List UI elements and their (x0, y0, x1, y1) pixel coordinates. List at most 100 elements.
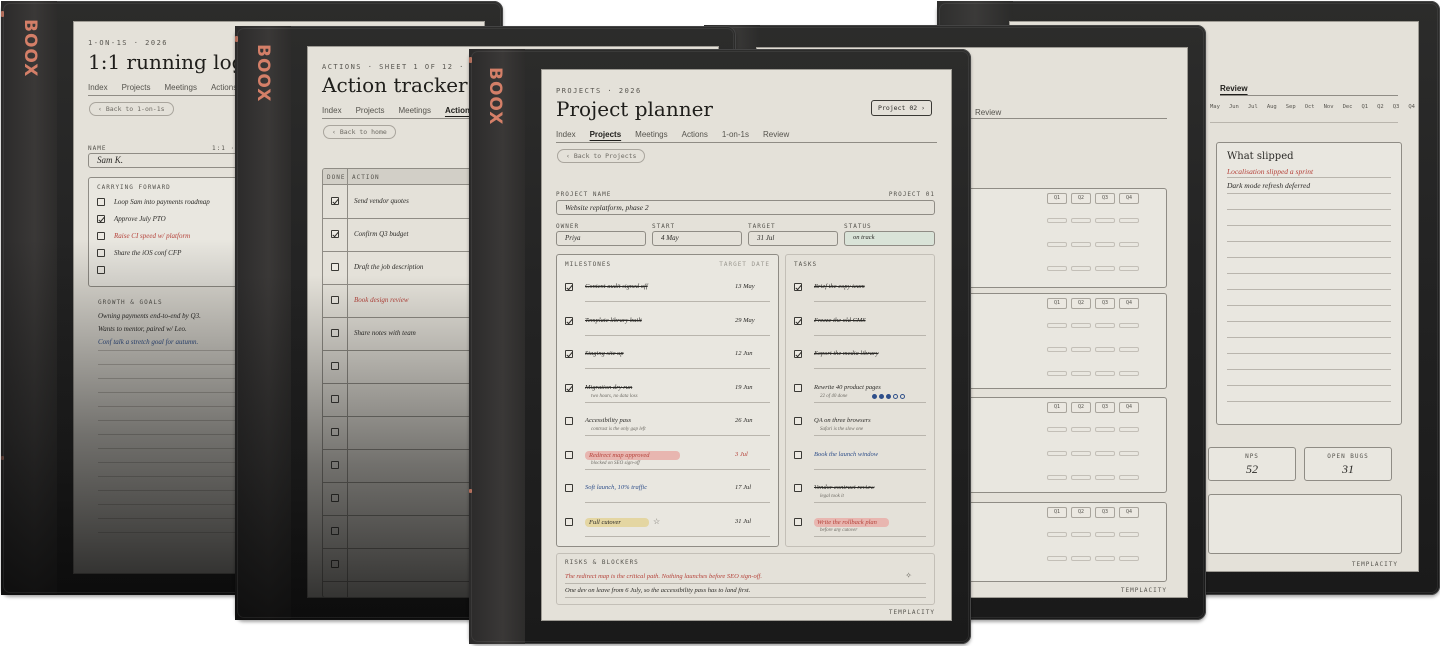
month-label[interactable]: Jul (1248, 104, 1258, 110)
quarter-cell[interactable] (1047, 323, 1067, 328)
checkbox[interactable] (331, 230, 339, 238)
month-label[interactable]: Q4 (1408, 104, 1415, 110)
quarter-chip[interactable]: Q2 (1071, 193, 1091, 204)
quarter-cell[interactable] (1047, 556, 1067, 561)
tab-review[interactable]: Review (1220, 84, 1248, 93)
tab-projects[interactable]: Projects (590, 130, 622, 139)
quarter-chip[interactable]: Q1 (1047, 193, 1067, 204)
checkbox[interactable] (794, 283, 802, 291)
checkbox[interactable] (565, 383, 573, 392)
quarter-chip[interactable]: Q4 (1119, 193, 1139, 204)
quarter-chip[interactable]: Q3 (1095, 298, 1115, 309)
tab-index[interactable]: Index (322, 106, 342, 115)
checkbox[interactable] (331, 263, 339, 271)
quarter-cell[interactable] (1047, 347, 1067, 352)
quarter-cell[interactable] (1119, 218, 1139, 223)
tab-meetings[interactable]: Meetings (398, 106, 430, 115)
quarter-chip[interactable]: Q3 (1095, 507, 1115, 518)
checkbox[interactable] (331, 461, 339, 469)
quarter-chip[interactable]: Q2 (1071, 402, 1091, 413)
quarter-cell[interactable] (1047, 218, 1067, 223)
owner-field[interactable]: Priya (556, 231, 646, 246)
checkbox[interactable] (565, 283, 573, 291)
quarter-cell[interactable] (1095, 427, 1115, 432)
checkbox[interactable] (565, 450, 573, 459)
checkbox[interactable] (331, 362, 339, 370)
checkbox[interactable] (794, 417, 802, 425)
back-button[interactable]: ‹ Back to 1-on-1s (89, 102, 174, 116)
quarter-cell[interactable] (1071, 218, 1091, 223)
quarter-cell[interactable] (1095, 451, 1115, 456)
quarter-cell[interactable] (1095, 347, 1115, 352)
checkbox[interactable] (565, 417, 573, 425)
tab-review[interactable]: Review (763, 130, 789, 139)
quarter-cell[interactable] (1047, 532, 1067, 537)
quarter-cell[interactable] (1119, 371, 1139, 376)
project-name-field[interactable]: Website replatform, phase 2 (556, 200, 935, 215)
start-field[interactable]: 4 May (652, 231, 742, 246)
quarter-cell[interactable] (1071, 323, 1091, 328)
month-label[interactable]: Q1 (1362, 104, 1369, 110)
quarter-cell[interactable] (1095, 323, 1115, 328)
tab-1on1s[interactable]: 1-on-1s (722, 130, 749, 139)
quarter-chip[interactable]: Q4 (1119, 402, 1139, 413)
checkbox[interactable] (331, 560, 339, 568)
checkbox[interactable] (794, 484, 802, 492)
quarter-cell[interactable] (1071, 475, 1091, 480)
checkbox[interactable] (565, 484, 573, 492)
quarter-chip[interactable]: Q1 (1047, 507, 1067, 518)
checkbox[interactable] (331, 527, 339, 535)
quarter-cell[interactable] (1071, 347, 1091, 352)
tab-review[interactable]: Review (975, 108, 1001, 117)
month-label[interactable]: Jun (1229, 104, 1239, 110)
quarter-chip[interactable]: Q4 (1119, 298, 1139, 309)
tab-meetings[interactable]: Meetings (164, 83, 196, 92)
checkbox[interactable] (794, 316, 802, 325)
back-button[interactable]: ‹ Back to Projects (557, 149, 646, 163)
quarter-cell[interactable] (1047, 242, 1067, 247)
quarter-chip[interactable]: Q2 (1071, 507, 1091, 518)
quarter-cell[interactable] (1095, 371, 1115, 376)
quarter-cell[interactable] (1119, 475, 1139, 480)
checkbox[interactable] (331, 296, 339, 304)
tab-index[interactable]: Index (556, 130, 576, 139)
checkbox[interactable] (565, 350, 573, 358)
month-label[interactable]: Dec (1343, 104, 1353, 110)
quarter-cell[interactable] (1119, 556, 1139, 561)
checkbox[interactable] (97, 232, 105, 240)
quarter-cell[interactable] (1047, 427, 1067, 432)
quarter-cell[interactable] (1095, 242, 1115, 247)
checkbox[interactable] (97, 249, 105, 257)
quarter-chip[interactable]: Q3 (1095, 402, 1115, 413)
tab-index[interactable]: Index (88, 83, 108, 92)
quarter-cell[interactable] (1071, 242, 1091, 247)
checkbox[interactable] (97, 198, 105, 206)
quarter-cell[interactable] (1095, 475, 1115, 480)
quarter-cell[interactable] (1047, 451, 1067, 456)
quarter-cell[interactable] (1071, 427, 1091, 432)
quarter-cell[interactable] (1119, 347, 1139, 352)
checkbox[interactable] (331, 329, 339, 337)
quarter-cell[interactable] (1071, 266, 1091, 271)
quarter-cell[interactable] (1047, 371, 1067, 376)
checkbox[interactable] (331, 494, 339, 502)
tab-actions[interactable]: Actions (211, 83, 237, 92)
quarter-cell[interactable] (1119, 242, 1139, 247)
month-label[interactable]: Aug (1267, 104, 1277, 110)
month-label[interactable]: Nov (1324, 104, 1334, 110)
quarter-cell[interactable] (1095, 532, 1115, 537)
status-field[interactable]: on track (844, 231, 935, 246)
next-project-button[interactable]: Project 02 › (871, 100, 932, 116)
quarter-chip[interactable]: Q4 (1119, 507, 1139, 518)
quarter-cell[interactable] (1071, 451, 1091, 456)
checkbox[interactable] (794, 383, 802, 392)
checkbox[interactable] (565, 316, 573, 325)
checkbox[interactable] (794, 450, 802, 459)
quarter-cell[interactable] (1119, 266, 1139, 271)
tab-projects[interactable]: Projects (356, 106, 385, 115)
quarter-cell[interactable] (1071, 556, 1091, 561)
checkbox[interactable] (331, 197, 339, 205)
quarter-cell[interactable] (1071, 532, 1091, 537)
month-label[interactable]: Q3 (1393, 104, 1400, 110)
checkbox[interactable] (565, 517, 573, 526)
